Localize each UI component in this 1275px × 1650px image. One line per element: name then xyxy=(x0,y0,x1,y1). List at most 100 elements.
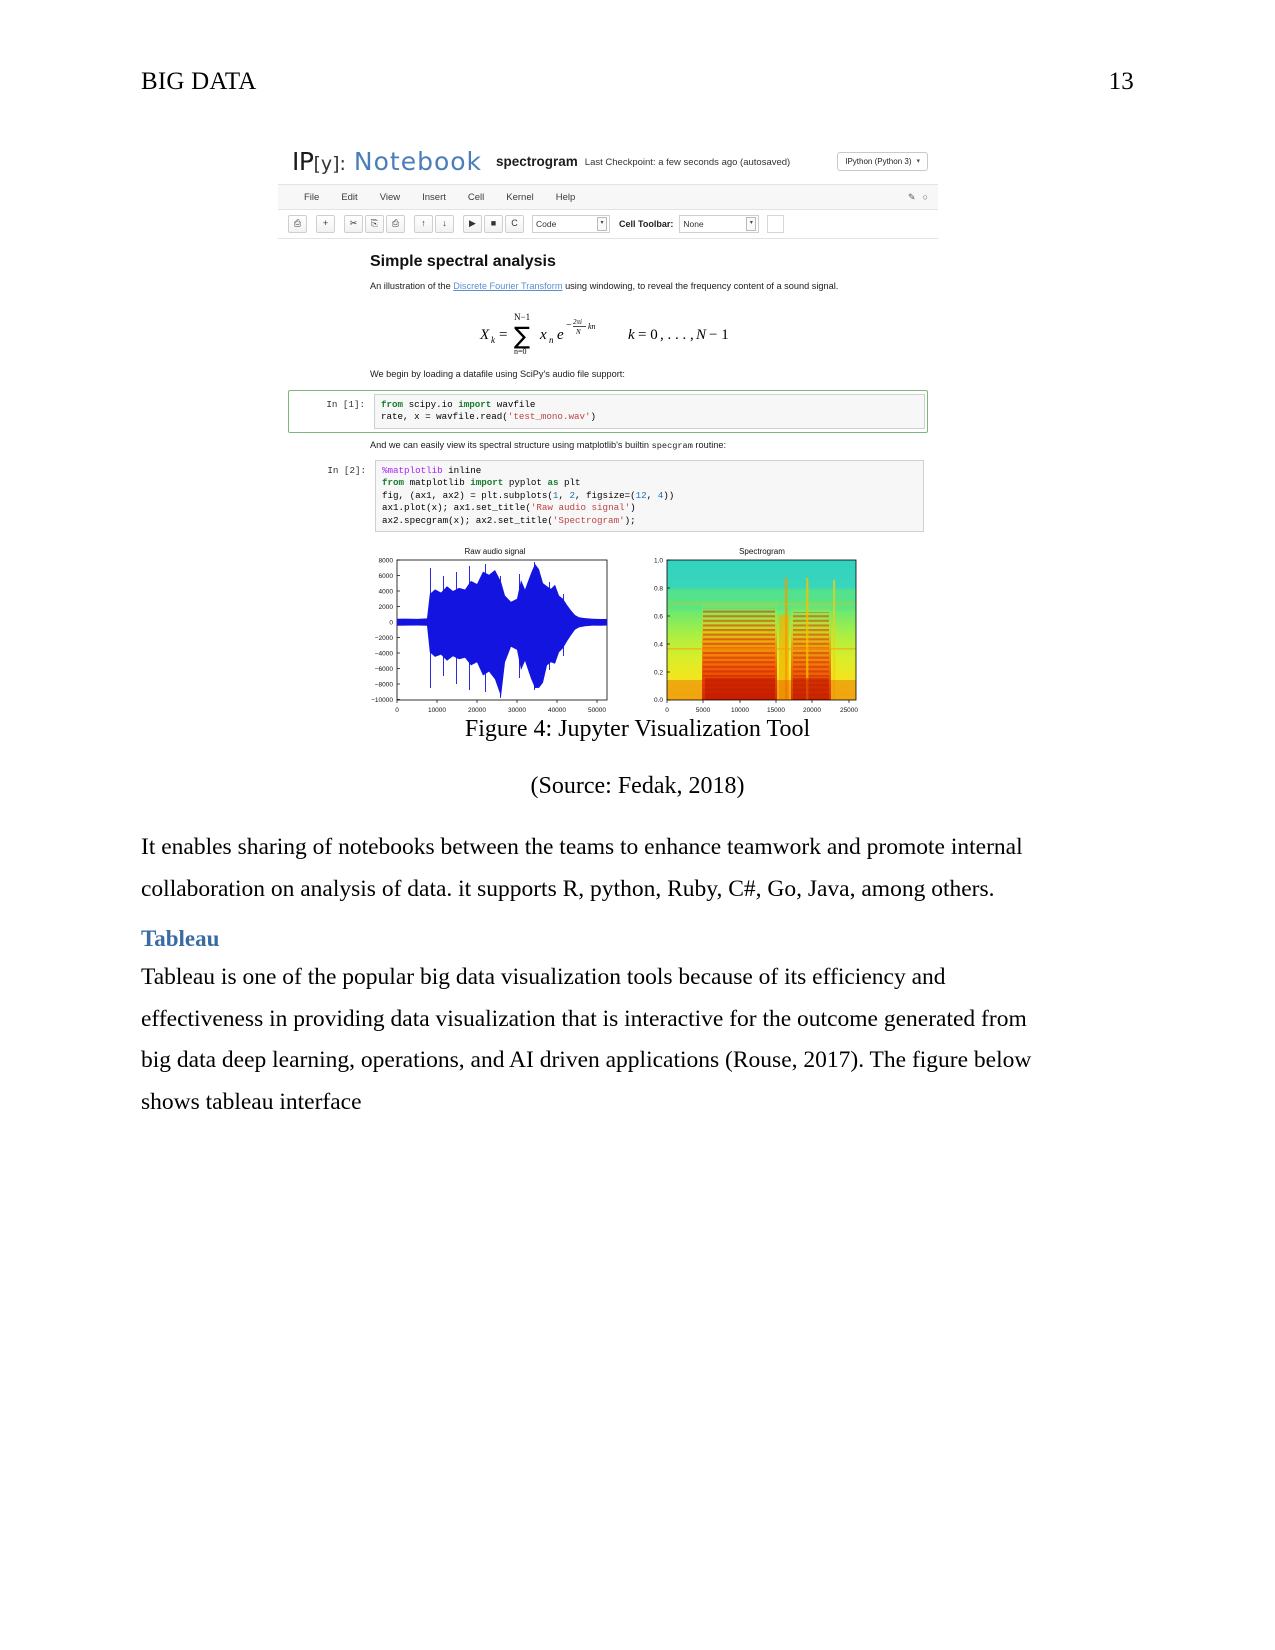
logo-ip-text: IP xyxy=(292,146,314,176)
jupyter-notebook-window: IP[y]: Notebook spectrogram Last Checkpo… xyxy=(278,138,938,731)
page-number: 13 xyxy=(1108,68,1134,95)
raw-audio-signal-chart: Raw audio signal 8000 6000 4000 2000 0 −… xyxy=(345,544,617,724)
svg-text:−2000: −2000 xyxy=(374,635,393,642)
move-up-icon[interactable]: ↑ xyxy=(414,215,433,233)
paragraph-tableau: Tableau is one of the popular big data v… xyxy=(141,964,1032,1115)
menu-item-help[interactable]: Help xyxy=(556,192,576,203)
svg-text:n=0: n=0 xyxy=(514,347,527,355)
figure-source: (Source: Fedak, 2018) xyxy=(530,773,745,799)
notebook-menu-bar: File Edit View Insert Cell Kernel Help ✎… xyxy=(278,185,938,210)
discrete-fourier-transform-link[interactable]: Discrete Fourier Transform xyxy=(453,281,562,291)
code-cell-1[interactable]: In [1]: from scipy.io import wavfile rat… xyxy=(288,389,928,433)
paragraph-loading: We begin by loading a datafile using Sci… xyxy=(370,369,625,380)
select-arrow-icon-2: ▾ xyxy=(746,217,757,231)
svg-text:∑: ∑ xyxy=(514,322,530,350)
svg-text:0.6: 0.6 xyxy=(653,614,662,621)
notebook-heading: Simple spectral analysis xyxy=(370,253,556,270)
kernel-name: IPython (Python 3) xyxy=(845,156,912,166)
svg-text:2000: 2000 xyxy=(378,604,393,611)
stop-icon[interactable]: ■ xyxy=(484,215,503,233)
svg-text:8000: 8000 xyxy=(378,558,393,565)
svg-text:0.8: 0.8 xyxy=(653,586,662,593)
run-icon[interactable]: ▶ xyxy=(463,215,482,233)
notebook-intro-paragraph: An illustration of the Discrete Fourier … xyxy=(370,280,920,293)
svg-text:4000: 4000 xyxy=(378,589,393,596)
notebook-header-bar: IP[y]: Notebook spectrogram Last Checkpo… xyxy=(278,138,938,185)
notebook-name[interactable]: spectrogram xyxy=(496,154,578,169)
cell-1-source[interactable]: from scipy.io import wavfile rate, x = w… xyxy=(374,393,925,429)
svg-text:−: − xyxy=(566,320,572,331)
menu-item-insert[interactable]: Insert xyxy=(422,192,446,203)
cell-type-select[interactable]: Code ▾ xyxy=(532,215,610,233)
menu-item-edit[interactable]: Edit xyxy=(341,192,357,203)
code-cell-2[interactable]: In [2]: %matplotlib inline from matplotl… xyxy=(292,459,924,533)
document-page: BIG DATA 13 IP[y]: Notebook spectrogram … xyxy=(0,0,1275,1650)
add-icon[interactable]: + xyxy=(316,215,335,233)
svg-text:40000: 40000 xyxy=(547,707,565,714)
running-head-title: BIG DATA xyxy=(141,68,257,95)
svg-text:0.4: 0.4 xyxy=(653,642,662,649)
paragraph-jupyter-sharing: It enables sharing of notebooks between … xyxy=(141,834,1023,902)
svg-text:5000: 5000 xyxy=(695,707,710,714)
svg-text:−8000: −8000 xyxy=(374,682,393,689)
svg-text:n: n xyxy=(549,335,554,345)
svg-text:− 1: − 1 xyxy=(709,327,729,343)
paste-icon[interactable]: ⎙ xyxy=(386,215,405,233)
menu-item-view[interactable]: View xyxy=(380,192,400,203)
paragraph-specgram: And we can easily view its spectral stru… xyxy=(370,439,920,452)
copy-icon[interactable]: ⎘ xyxy=(365,215,384,233)
notebook-toolbar: ⎙ + ✂ ⎘ ⎙ ↑ ↓ ▶ ■ C Code ▾ Cell Toolbar: xyxy=(278,210,938,239)
spectrogram-chart: Spectrogram 1.0 0.8 0.6 0.4 0.2 0.0 0 50… xyxy=(627,544,872,724)
svg-text:30000: 30000 xyxy=(507,707,525,714)
notebook-body: Simple spectral analysis An illustration… xyxy=(278,239,938,731)
svg-text:15000: 15000 xyxy=(766,707,784,714)
chevron-down-icon: ▾ xyxy=(916,158,920,165)
move-down-icon[interactable]: ↓ xyxy=(435,215,454,233)
menu-item-cell[interactable]: Cell xyxy=(468,192,484,203)
svg-text:20000: 20000 xyxy=(802,707,820,714)
svg-text:10000: 10000 xyxy=(730,707,748,714)
intro-text-after: using windowing, to reveal the frequency… xyxy=(562,281,839,291)
cell-toolbar-label: Cell Toolbar: xyxy=(619,219,674,229)
cell-toolbar-value: None xyxy=(683,219,704,229)
markdown-cell-loading: We begin by loading a datafile using Sci… xyxy=(278,368,938,381)
figure-4-image: IP[y]: Notebook spectrogram Last Checkpo… xyxy=(278,138,938,731)
restart-icon[interactable]: C xyxy=(505,215,524,233)
svg-text:2πi: 2πi xyxy=(573,318,582,326)
markdown-cell-specgram: And we can easily view its spectral stru… xyxy=(278,439,938,452)
figure-caption: Figure 4: Jupyter Visualization Tool xyxy=(464,716,811,742)
specgram-text-before: And we can easily view its spectral stru… xyxy=(370,439,652,450)
svg-text:kn: kn xyxy=(588,322,596,331)
cell-2-source[interactable]: %matplotlib inline from matplotlib impor… xyxy=(375,459,924,533)
svg-text:50000: 50000 xyxy=(587,707,605,714)
dft-formula: X k = N−1 ∑ n=0 x n e − 2πi N kn k = 0 ,… xyxy=(278,297,938,368)
svg-text:N: N xyxy=(575,328,581,336)
svg-text:, . . . ,: , . . . , xyxy=(660,327,694,343)
kernel-selector[interactable]: IPython (Python 3) ▾ xyxy=(837,151,928,171)
select-arrow-icon: ▾ xyxy=(597,217,607,231)
menu-item-file[interactable]: File xyxy=(304,192,319,203)
save-icon[interactable]: ⎙ xyxy=(288,215,307,233)
svg-text:x: x xyxy=(539,327,547,343)
raw-audio-chart-title: Raw audio signal xyxy=(464,547,525,556)
svg-text:−6000: −6000 xyxy=(374,666,393,673)
cell-type-value: Code xyxy=(536,219,557,229)
spectrogram-svg: Spectrogram 1.0 0.8 0.6 0.4 0.2 0.0 0 50… xyxy=(653,547,857,714)
svg-text:0: 0 xyxy=(389,620,393,627)
logo-bracket-text: [y]: xyxy=(313,152,346,175)
svg-text:= 0: = 0 xyxy=(638,327,658,343)
menu-item-kernel[interactable]: Kernel xyxy=(506,192,533,203)
checkpoint-status: Last Checkpoint: a few seconds ago (auto… xyxy=(584,156,791,168)
toolbar-extra-box xyxy=(767,215,785,233)
svg-text:0.2: 0.2 xyxy=(653,670,662,677)
svg-text:e: e xyxy=(557,327,564,343)
svg-text:6000: 6000 xyxy=(378,573,393,580)
cell-toolbar-select[interactable]: None ▾ xyxy=(679,215,760,233)
svg-text:1.0: 1.0 xyxy=(653,558,662,565)
specgram-inline-code: specgram xyxy=(651,440,693,451)
running-header: BIG DATA 13 xyxy=(141,68,1134,96)
svg-text:0: 0 xyxy=(395,707,399,714)
code-cell-1-wrapper: In [1]: from scipy.io import wavfile rat… xyxy=(278,389,938,433)
cut-icon[interactable]: ✂ xyxy=(344,215,363,233)
logo-notebook-text: Notebook xyxy=(353,146,483,176)
